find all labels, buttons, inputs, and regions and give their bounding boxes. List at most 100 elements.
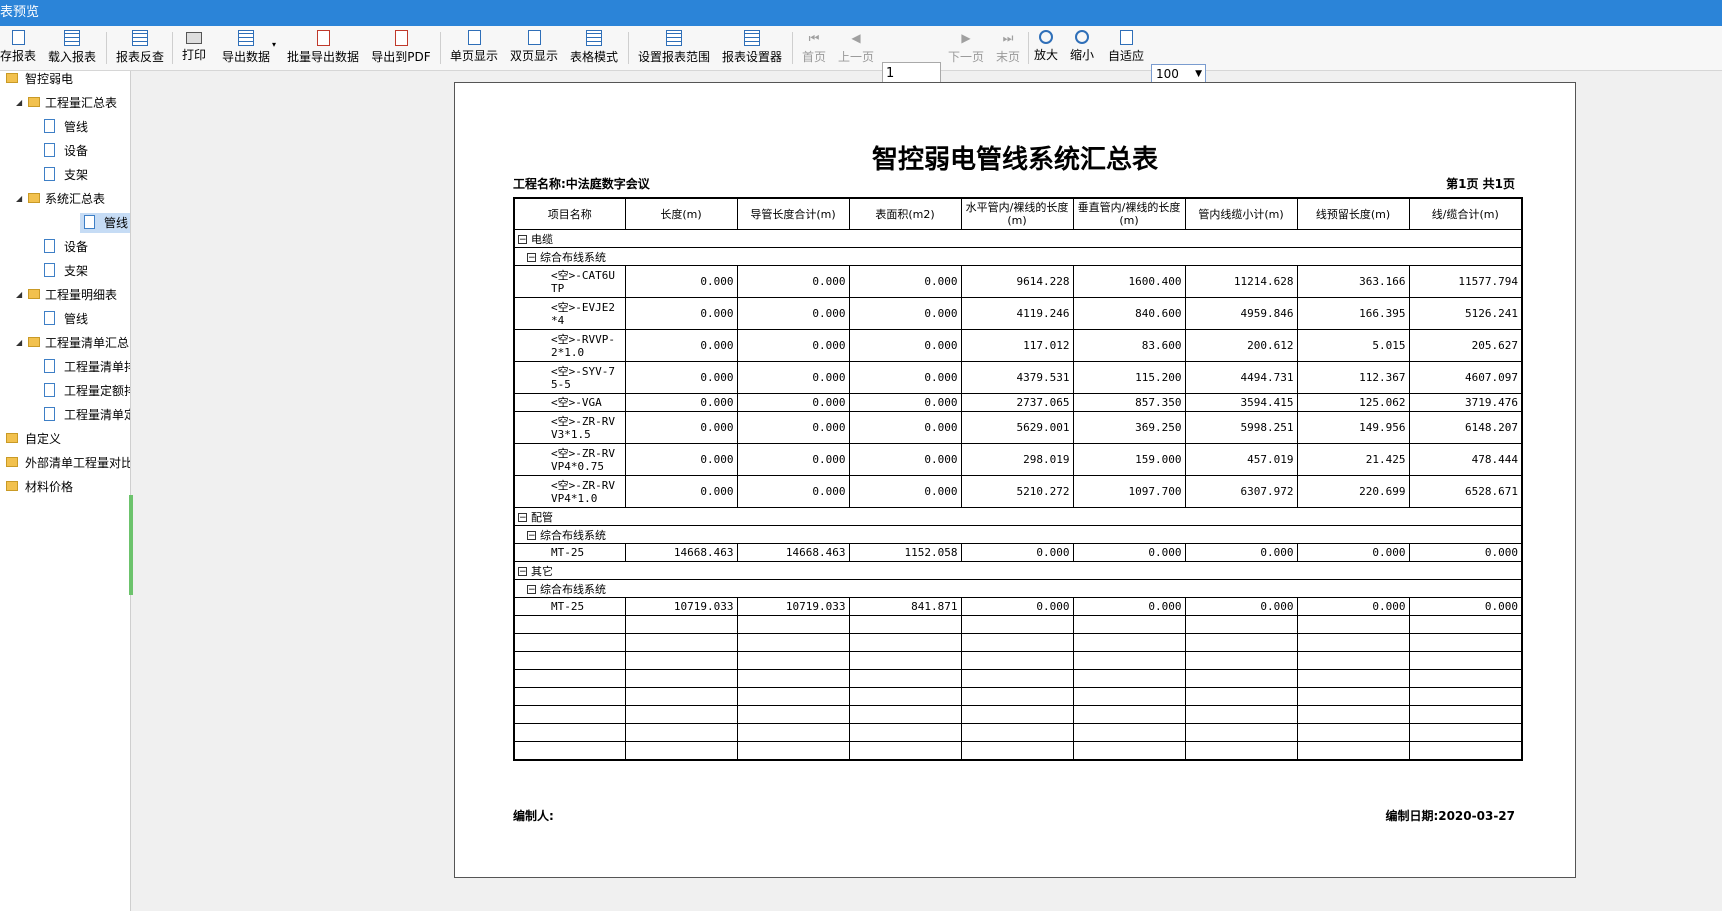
value-cell: 4119.246 [960, 297, 1074, 330]
subgroup-row[interactable]: − 综合布线系统 [513, 579, 1523, 598]
table-mode-button[interactable]: 表格模式 [568, 28, 620, 68]
tree-item[interactable]: 工程量清单定 [0, 405, 130, 425]
report-settings-button[interactable]: 报表设置器 [720, 28, 784, 68]
zoom-out-button[interactable]: 缩小 [1068, 28, 1096, 68]
splitter-handle[interactable] [129, 495, 133, 595]
value-cell: 0.000 [736, 297, 850, 330]
value-cell: 0.000 [848, 411, 962, 444]
empty-row [513, 669, 1523, 688]
collapse-icon[interactable]: − [527, 585, 536, 595]
first-page-button[interactable]: ⏮ 首页 [800, 28, 828, 68]
export-pdf-button[interactable]: 导出到PDF [370, 28, 432, 68]
value-cell: 21.425 [1296, 443, 1410, 476]
value-cell: 0.000 [624, 443, 738, 476]
value-cell: 0.000 [1408, 543, 1523, 562]
project-name: 工程名称:中法庭数字会议 [513, 177, 650, 191]
value-cell: 4959.846 [1184, 297, 1298, 330]
value-cell: 0.000 [848, 265, 962, 298]
value-cell: 0.000 [848, 329, 962, 362]
print-button[interactable]: 打印 [180, 28, 208, 68]
zoom-in-button[interactable]: 放大 [1032, 28, 1060, 68]
tree-item[interactable]: 管线 [80, 213, 130, 233]
item-name-cell: <空>-RVVP-2*1.0 [513, 329, 626, 362]
set-range-button[interactable]: 设置报表范围 [636, 28, 712, 68]
report-date: 编制日期:2020-03-27 [1385, 809, 1515, 823]
value-cell: 0.000 [1408, 597, 1523, 616]
next-page-button[interactable]: ▶ 下一页 [946, 28, 986, 68]
zoom-in-icon [1039, 30, 1053, 44]
group-row[interactable]: − 配管 [513, 507, 1523, 526]
tree-item[interactable]: 外部清单工程量对比 [0, 453, 130, 473]
tree-item-label: 支架 [64, 168, 89, 182]
group-label: 综合布线系统 [540, 528, 606, 542]
collapse-icon[interactable]: − [518, 235, 527, 245]
table-icon [586, 30, 602, 46]
page-info: 第1页 共1页 [1446, 177, 1515, 191]
value-cell: 0.000 [1072, 543, 1186, 562]
last-page-icon: ⏭ [1002, 31, 1014, 45]
tree-item[interactable]: 管线 [0, 309, 130, 329]
subgroup-row[interactable]: − 综合布线系统 [513, 247, 1523, 266]
single-page-button[interactable]: 单页显示 [448, 28, 500, 68]
query-icon [132, 30, 148, 46]
tree-item-label: 工程量汇总表 [45, 96, 118, 110]
group-row[interactable]: − 电缆 [513, 229, 1523, 248]
window-title: 表预览 [0, 5, 40, 20]
settings-icon [744, 30, 760, 46]
tree-item[interactable]: ◢ 工程量清单汇总 [0, 333, 130, 353]
export-icon [238, 30, 254, 46]
export-dropdown-icon[interactable]: ▾ [270, 40, 278, 80]
report-table: 项目名称 长度(m) 导管长度合计(m) 表面积(m2) 水平管内/裸线的长度(m) 垂直… [513, 197, 1523, 761]
tree-item[interactable]: 智控弱电 [0, 71, 130, 89]
expand-toggle-icon[interactable]: ◢ [16, 333, 22, 353]
collapse-icon[interactable]: − [527, 531, 536, 541]
double-page-button[interactable]: 双页显示 [508, 28, 560, 68]
group-row[interactable]: − 其它 [513, 561, 1523, 580]
tree-item[interactable]: 设备 [0, 141, 130, 161]
pdf-icon [394, 30, 408, 46]
tree-item[interactable]: 支架 [0, 261, 130, 281]
value-cell: 0.000 [1072, 597, 1186, 616]
expand-toggle-icon[interactable]: ◢ [16, 285, 22, 305]
value-cell: 6148.207 [1408, 411, 1523, 444]
value-cell: 5126.241 [1408, 297, 1523, 330]
batch-export-button[interactable]: 批量导出数据 [286, 28, 360, 68]
folder-icon [28, 97, 40, 107]
last-page-button[interactable]: ⏭ 末页 [994, 28, 1022, 68]
load-report-button[interactable]: 载入报表 [46, 28, 98, 68]
tree-item[interactable]: ◢ 工程量明细表 [0, 285, 130, 305]
subgroup-row[interactable]: − 综合布线系统 [513, 525, 1523, 544]
tree-item-label: 智控弱电 [25, 72, 74, 86]
report-title: 智控弱电管线系统汇总表 [871, 145, 1158, 175]
report-query-button[interactable]: 报表反查 [114, 28, 166, 68]
tree-item[interactable]: 支架 [0, 165, 130, 185]
value-cell: 6307.972 [1184, 475, 1298, 508]
tree-item[interactable]: 自定义 [0, 429, 130, 449]
document-icon [44, 359, 55, 373]
empty-row [513, 687, 1523, 706]
tree-item[interactable]: ◢ 工程量汇总表 [0, 93, 130, 113]
value-cell: 220.699 [1296, 475, 1410, 508]
tree-item[interactable]: 工程量清单排 [0, 357, 130, 377]
table-row: <空>-ZR-RVVP4*1.0 0.000 0.000 0.000 5210.272 1… [513, 475, 1523, 508]
collapse-icon[interactable]: − [518, 513, 527, 523]
fit-button[interactable]: 自适应 [1106, 28, 1146, 68]
tree-item[interactable]: 设备 [0, 237, 130, 257]
folder-icon [6, 457, 18, 467]
export-data-button[interactable]: 导出数据 [218, 28, 274, 68]
prev-page-button[interactable]: ◀ 上一页 [836, 28, 876, 68]
collapse-icon[interactable]: − [527, 253, 536, 263]
tree-item[interactable]: 材料价格 [0, 477, 130, 497]
value-cell: 5998.251 [1184, 411, 1298, 444]
tree-item-label: 管线 [64, 120, 89, 134]
expand-toggle-icon[interactable]: ◢ [16, 93, 22, 113]
save-report-button[interactable]: 存报表 [0, 28, 36, 68]
collapse-icon[interactable]: − [518, 567, 527, 577]
tree-item[interactable]: 工程量定额排 [0, 381, 130, 401]
tree-item-label: 工程量明细表 [45, 288, 118, 302]
tree-item[interactable]: 管线 [0, 117, 130, 137]
expand-toggle-icon[interactable]: ◢ [16, 189, 22, 209]
tree-item[interactable]: ◢ 系统汇总表 [0, 189, 130, 209]
value-cell: 0.000 [624, 297, 738, 330]
value-cell: 0.000 [848, 297, 962, 330]
